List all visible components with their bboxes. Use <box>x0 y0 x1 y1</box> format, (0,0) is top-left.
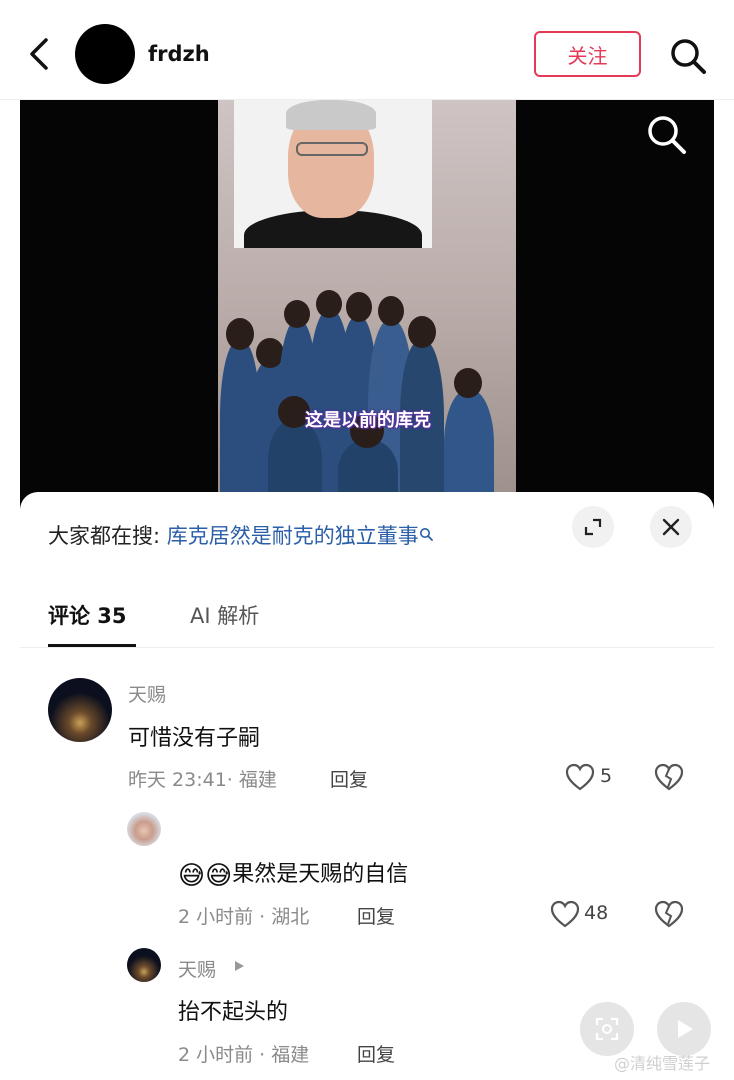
tab-comments[interactable]: 评论 35 <box>48 600 127 630</box>
broken-heart-icon[interactable] <box>654 763 684 791</box>
crowd-image <box>218 280 516 510</box>
comment-text: 抬不起头的 <box>178 1000 289 1025</box>
divider <box>20 647 714 648</box>
avatar[interactable] <box>127 948 161 982</box>
heart-icon[interactable] <box>565 763 595 791</box>
follow-button[interactable]: 关注 <box>534 31 641 77</box>
comment-meta: 2 小时前 · 湖北 <box>178 906 310 928</box>
collapse-icon <box>584 518 602 536</box>
top-bar: frdzh 关注 <box>0 0 734 100</box>
play-icon <box>678 1020 693 1038</box>
suggestion-query[interactable]: 库克居然是耐克的独立董事 <box>167 524 419 548</box>
tab-ai-analysis[interactable]: AI 解析 <box>190 600 259 630</box>
play-arrow-icon <box>235 961 244 971</box>
close-button[interactable] <box>650 506 692 548</box>
search-icon[interactable] <box>668 36 708 76</box>
collapse-button[interactable] <box>572 506 614 548</box>
avatar[interactable] <box>127 812 161 846</box>
chevron-left-icon[interactable] <box>22 34 58 74</box>
broken-heart-icon[interactable] <box>654 900 684 928</box>
reply-button[interactable]: 回复 <box>330 765 368 792</box>
scan-icon <box>595 1017 619 1041</box>
comment-author[interactable]: 天赐 <box>128 680 166 707</box>
like-count: 5 <box>600 765 613 787</box>
image-search-button[interactable] <box>580 1002 634 1056</box>
like-count: 48 <box>584 902 609 924</box>
search-icon[interactable] <box>644 112 688 156</box>
comment-text: 😅😅果然是天赐的自信 <box>178 856 408 891</box>
watermark: @清纯雪莲子 <box>614 1054 711 1073</box>
reply-button[interactable]: 回复 <box>357 902 395 929</box>
heart-icon[interactable] <box>550 900 580 928</box>
username[interactable]: frdzh <box>148 42 210 66</box>
play-button[interactable] <box>657 1002 711 1056</box>
avatar[interactable] <box>75 24 135 84</box>
suggestion-prefix: 大家都在搜: <box>48 524 167 548</box>
close-icon <box>662 518 680 536</box>
video-frame: 这是以前的库克 <box>218 100 516 510</box>
video-player[interactable]: 这是以前的库克 <box>20 100 714 510</box>
video-subtitle: 这是以前的库克 <box>305 410 431 431</box>
comment-meta: 昨天 23:41· 福建 <box>128 769 277 791</box>
sweat-smile-emoji: 😅😅 <box>178 861 233 891</box>
comment-text: 可惜没有子嗣 <box>128 726 261 751</box>
comment-body: 果然是天赐的自信 <box>232 862 409 887</box>
avatar[interactable] <box>48 678 112 742</box>
search-suggestion[interactable]: 大家都在搜: 库克居然是耐克的独立董事 <box>48 520 433 550</box>
portrait-image <box>234 100 432 248</box>
reply-button[interactable]: 回复 <box>357 1040 395 1067</box>
comment-author[interactable]: 天赐 <box>178 955 216 982</box>
comment-meta: 2 小时前 · 福建 <box>178 1044 310 1066</box>
search-small-icon <box>419 528 433 541</box>
